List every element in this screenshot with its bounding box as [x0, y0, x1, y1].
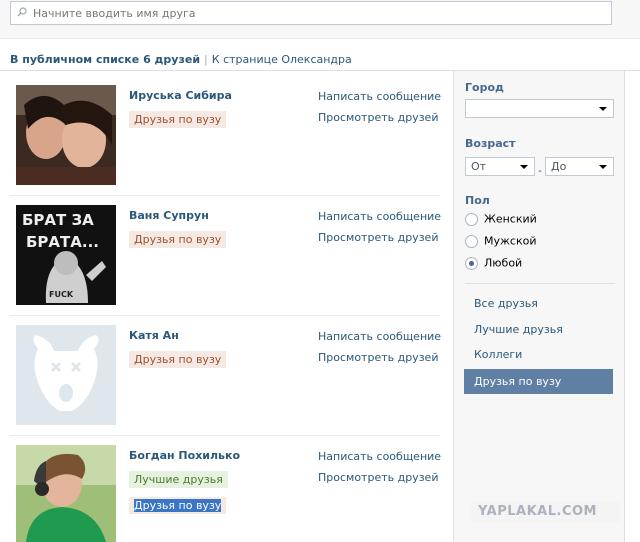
tag-university-friends: Друзья по вузу: [129, 497, 227, 514]
row-divider: [10, 435, 440, 436]
friend-row: Богдан Похилько Лучшие друзья Друзья по …: [10, 445, 441, 542]
chevron-down-icon: [599, 165, 607, 169]
friend-name[interactable]: Ваня Супрун: [129, 209, 209, 222]
row-divider: [10, 315, 440, 316]
friend-name[interactable]: Ируська Сибира: [129, 89, 232, 102]
friend-row: Катя Ан Друзья по вузу Написать сообщени…: [10, 325, 441, 445]
write-message-link[interactable]: Написать сообщение: [318, 330, 441, 343]
gender-option-label: Любой: [484, 256, 523, 270]
age-label: Возраст: [465, 137, 516, 150]
radio-button-checked[interactable]: [465, 256, 478, 270]
radio-button[interactable]: [465, 212, 478, 226]
category-university-friends[interactable]: Друзья по вузу: [464, 369, 613, 394]
public-list-count: В публичном списке 6 друзей: [10, 53, 201, 66]
age-to-value: До: [551, 160, 567, 173]
gender-option-any[interactable]: Любой: [465, 256, 522, 272]
friend-row: Ируська Сибира Друзья по вузу Написать с…: [10, 85, 441, 205]
age-from-value: От: [471, 160, 487, 173]
summary-separator: |: [204, 53, 208, 66]
search-bar: [0, 0, 640, 39]
gender-option-label: Женский: [484, 212, 537, 226]
radio-button[interactable]: [465, 234, 478, 248]
gender-option-male[interactable]: Мужской: [465, 234, 536, 250]
search-box[interactable]: [10, 1, 612, 25]
category-all-friends[interactable]: Все друзья: [464, 291, 613, 316]
view-friends-link[interactable]: Просмотреть друзей: [318, 231, 438, 244]
friend-avatar[interactable]: [16, 325, 116, 425]
gender-option-label: Мужской: [484, 234, 537, 248]
tag-university-friends: Друзья по вузу: [129, 351, 227, 368]
friend-avatar[interactable]: БРАТ ЗА БРАТА... FUCK: [16, 205, 116, 305]
filter-panel: Город Возраст От - До Пол Женский Мужско…: [453, 71, 625, 542]
view-friends-link[interactable]: Просмотреть друзей: [318, 111, 438, 124]
watermark: YAPLAKAL.COM: [470, 502, 620, 522]
gender-option-female[interactable]: Женский: [465, 212, 537, 228]
chevron-down-icon: [520, 165, 528, 169]
friend-name[interactable]: Катя Ан: [129, 329, 179, 342]
write-message-link[interactable]: Написать сообщение: [318, 90, 441, 103]
friends-summary: В публичном списке 6 друзей | К странице О…: [10, 53, 352, 66]
search-icon: [17, 7, 27, 17]
watermark-text: YAPLAKAL.COM: [478, 504, 597, 519]
friend-row: БРАТ ЗА БРАТА... FUCK Ваня Супрун Друзья…: [10, 205, 441, 325]
panel-divider: [465, 283, 615, 284]
row-divider: [10, 195, 440, 196]
chevron-down-icon: [599, 107, 607, 111]
friend-avatar[interactable]: [16, 85, 116, 185]
age-to-select[interactable]: До: [545, 157, 614, 176]
dog-placeholder-icon: [16, 325, 116, 425]
profile-page-link[interactable]: К странице Олександра: [212, 53, 352, 66]
category-best-friends[interactable]: Лучшие друзья: [464, 317, 613, 342]
write-message-link[interactable]: Написать сообщение: [318, 450, 441, 463]
friend-name[interactable]: Богдан Похилько: [129, 449, 240, 462]
city-label: Город: [465, 81, 504, 94]
avatar-text-line-3: FUCK: [49, 290, 74, 299]
view-friends-link[interactable]: Просмотреть друзей: [318, 471, 438, 484]
age-from-select[interactable]: От: [465, 157, 535, 176]
tag-best-friends: Лучшие друзья: [129, 471, 228, 488]
category-colleagues[interactable]: Коллеги: [464, 342, 613, 367]
search-input[interactable]: [33, 2, 603, 24]
gender-label: Пол: [465, 194, 490, 207]
tag-university-friends: Друзья по вузу: [129, 111, 227, 128]
view-friends-link[interactable]: Просмотреть друзей: [318, 351, 438, 364]
avatar-text-line-2: БРАТА...: [26, 233, 99, 251]
write-message-link[interactable]: Написать сообщение: [318, 210, 441, 223]
tag-university-friends: Друзья по вузу: [129, 231, 227, 248]
avatar-text-line-1: БРАТ ЗА: [22, 211, 94, 229]
age-dash: -: [538, 164, 542, 177]
friend-avatar[interactable]: [16, 445, 116, 542]
city-select[interactable]: [465, 99, 614, 118]
tag-selected-text: Друзья по вузу: [134, 499, 222, 512]
